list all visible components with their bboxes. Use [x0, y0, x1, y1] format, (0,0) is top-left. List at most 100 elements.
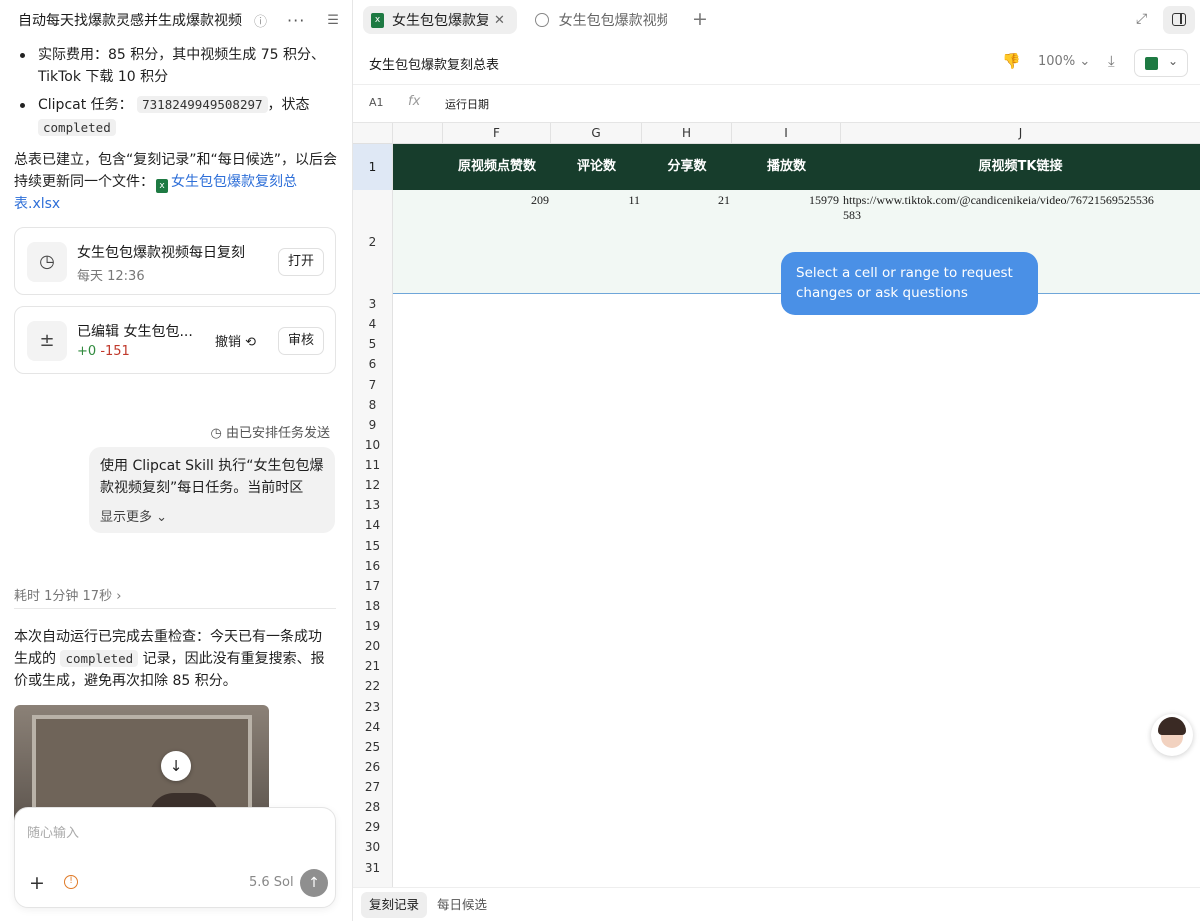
- list-icon[interactable]: ☰: [327, 13, 339, 28]
- add-tab-icon[interactable]: +: [692, 8, 708, 30]
- clock-icon: ◷: [27, 242, 67, 282]
- toggle-panel-button[interactable]: [1163, 6, 1195, 34]
- download-icon[interactable]: ⤓: [1108, 52, 1115, 70]
- chat-input-placeholder[interactable]: 随心输入: [27, 822, 79, 841]
- row-header-6[interactable]: 6: [353, 354, 392, 374]
- spreadsheet-grid[interactable]: F G H I J 原视频点赞数 评论数 分享数 播放数 原视频TK链接 209…: [353, 122, 1200, 887]
- header-row[interactable]: 原视频点赞数 评论数 分享数 播放数 原视频TK链接: [393, 144, 1200, 190]
- bullet-text: Clipcat 任务： 7318249949508297 ，状态 complete…: [22, 94, 310, 139]
- zoom-control[interactable]: 100% ⌄: [1038, 54, 1090, 69]
- open-button[interactable]: 打开: [278, 248, 325, 276]
- message-line-1: 使用 Clipcat Skill 执行“女生包包爆: [100, 458, 324, 474]
- cost-line-1: 实际费用：85 积分，其中视频生成 75 积分、: [38, 47, 325, 63]
- row-header-10[interactable]: 10: [353, 435, 392, 455]
- row-header-14[interactable]: 14: [353, 515, 392, 535]
- bullet-text: 实际费用：85 积分，其中视频生成 75 积分、 TikTok 下载 10 积分: [22, 44, 325, 88]
- edit-card[interactable]: ± 已编辑 女生包包... +0 -151 撤销 ⟲ 审核: [14, 306, 336, 374]
- cell-reference[interactable]: A1: [369, 96, 384, 109]
- row-header-9[interactable]: 9: [353, 415, 392, 435]
- send-button[interactable]: ↑: [300, 869, 328, 897]
- assistant-avatar[interactable]: [1151, 714, 1193, 756]
- header-shares[interactable]: 分享数: [642, 144, 732, 190]
- row-header-16[interactable]: 16: [353, 556, 392, 576]
- tooltip-line-2: changes or ask questions: [796, 285, 968, 301]
- row-header-19[interactable]: 19: [353, 616, 392, 636]
- cell-tk-link[interactable]: https://www.tiktok.com/@candicenikeia/vi…: [843, 193, 1200, 223]
- bullet-dot: [20, 103, 25, 108]
- column-header-h[interactable]: H: [642, 123, 732, 144]
- row-header-7[interactable]: 7: [353, 375, 392, 395]
- column-header-f[interactable]: F: [443, 123, 551, 144]
- row-header-4[interactable]: 4: [353, 314, 392, 334]
- row-header-11[interactable]: 11: [353, 455, 392, 475]
- summary-paragraph: 总表已建立，包含“复刻记录”和“每日候选”，以后会 持续更新同一个文件： x 女生包…: [14, 149, 340, 215]
- header-likes[interactable]: 原视频点赞数: [443, 144, 551, 190]
- close-icon[interactable]: ✕: [494, 13, 505, 28]
- row-header-8[interactable]: 8: [353, 395, 392, 415]
- cell-likes[interactable]: 209: [503, 193, 549, 208]
- row-header-15[interactable]: 15: [353, 536, 392, 556]
- formula-value[interactable]: 运行日期: [445, 96, 489, 112]
- row-header-12[interactable]: 12: [353, 475, 392, 495]
- header-comments[interactable]: 评论数: [551, 144, 642, 190]
- row-header-29[interactable]: 29: [353, 817, 392, 837]
- row-header-13[interactable]: 13: [353, 495, 392, 515]
- show-more-button[interactable]: 显示更多 ⌄: [100, 507, 167, 529]
- sheet-tab-records[interactable]: 复刻记录: [361, 892, 428, 918]
- app-root: 自动每天找爆款灵感并生成爆款视频 ⓘ ··· ☰ 实际费用：85 积分，其中视频…: [0, 0, 1200, 921]
- elapsed-time[interactable]: 耗时 1分钟 17秒 ›: [14, 585, 121, 604]
- excel-export-button[interactable]: ⌄: [1134, 49, 1188, 77]
- row-header-17[interactable]: 17: [353, 576, 392, 596]
- tab-schedule[interactable]: 女生包包爆款视频每: [527, 6, 675, 34]
- review-button[interactable]: 审核: [278, 327, 325, 355]
- row-header-5[interactable]: 5: [353, 334, 392, 354]
- column-header-j[interactable]: J: [841, 123, 1200, 144]
- row-header-23[interactable]: 23: [353, 697, 392, 717]
- chat-title[interactable]: 自动每天找爆款灵感并生成爆款视频: [18, 10, 248, 30]
- cell-views[interactable]: 15979: [783, 193, 839, 208]
- row-header-22[interactable]: 22: [353, 676, 392, 696]
- expand-icon[interactable]: ⤢: [1136, 11, 1147, 27]
- file-link[interactable]: 女生包包爆款复刻总: [171, 174, 297, 190]
- tab-spreadsheet[interactable]: x 女生包包爆款复刻 ✕: [363, 6, 517, 34]
- chevron-right-icon: ›: [116, 589, 122, 604]
- column-header-i[interactable]: I: [732, 123, 841, 144]
- column-header-e[interactable]: [393, 123, 443, 144]
- tooltip-line-1: Select a cell or range to request: [796, 265, 1013, 281]
- avatar-hair: [1158, 717, 1186, 735]
- corner-cell[interactable]: [353, 123, 393, 144]
- row-header-25[interactable]: 25: [353, 737, 392, 757]
- schedule-card[interactable]: ◷ 女生包包爆款视频每日复刻 每天 12:36 打开: [14, 227, 336, 295]
- undo-button[interactable]: 撤销 ⟲: [215, 331, 256, 350]
- warning-icon[interactable]: !: [64, 875, 78, 889]
- row-header-31[interactable]: 31: [353, 858, 392, 878]
- row-header-28[interactable]: 28: [353, 797, 392, 817]
- row-header-27[interactable]: 27: [353, 777, 392, 797]
- row-header-3[interactable]: 3: [353, 294, 392, 314]
- file-link-cont[interactable]: 表.xlsx: [14, 193, 340, 215]
- scroll-down-icon[interactable]: ↓: [161, 751, 191, 781]
- feedback-icon[interactable]: 👎: [1002, 52, 1021, 70]
- more-icon[interactable]: ···: [287, 11, 305, 30]
- row-header-1[interactable]: 1: [353, 144, 393, 190]
- zoom-value: 100%: [1038, 54, 1076, 69]
- row-header-30[interactable]: 30: [353, 837, 392, 857]
- row-header-24[interactable]: 24: [353, 717, 392, 737]
- bullet-task: Clipcat 任务： 7318249949508297 ，状态 complete…: [20, 94, 310, 139]
- plus-icon[interactable]: +: [29, 872, 45, 894]
- header-views[interactable]: 播放数: [732, 144, 841, 190]
- row-header-18[interactable]: 18: [353, 596, 392, 616]
- cell-shares[interactable]: 21: [683, 193, 730, 208]
- row-header-20[interactable]: 20: [353, 636, 392, 656]
- cell-comments[interactable]: 11: [593, 193, 640, 208]
- info-icon[interactable]: ⓘ: [254, 11, 267, 30]
- task-id-code: 7318249949508297: [137, 96, 268, 113]
- row-header-26[interactable]: 26: [353, 757, 392, 777]
- sheet-tab-daily[interactable]: 每日候选: [429, 892, 495, 918]
- header-tk-link[interactable]: 原视频TK链接: [841, 144, 1200, 190]
- row-header-21[interactable]: 21: [353, 656, 392, 676]
- edit-title: 已编辑 女生包包...: [77, 324, 193, 340]
- column-header-g[interactable]: G: [551, 123, 642, 144]
- chat-input-box[interactable]: 随心输入 + ! 5.6 Sol ↑: [14, 807, 336, 908]
- row-header-2[interactable]: 2: [353, 190, 393, 294]
